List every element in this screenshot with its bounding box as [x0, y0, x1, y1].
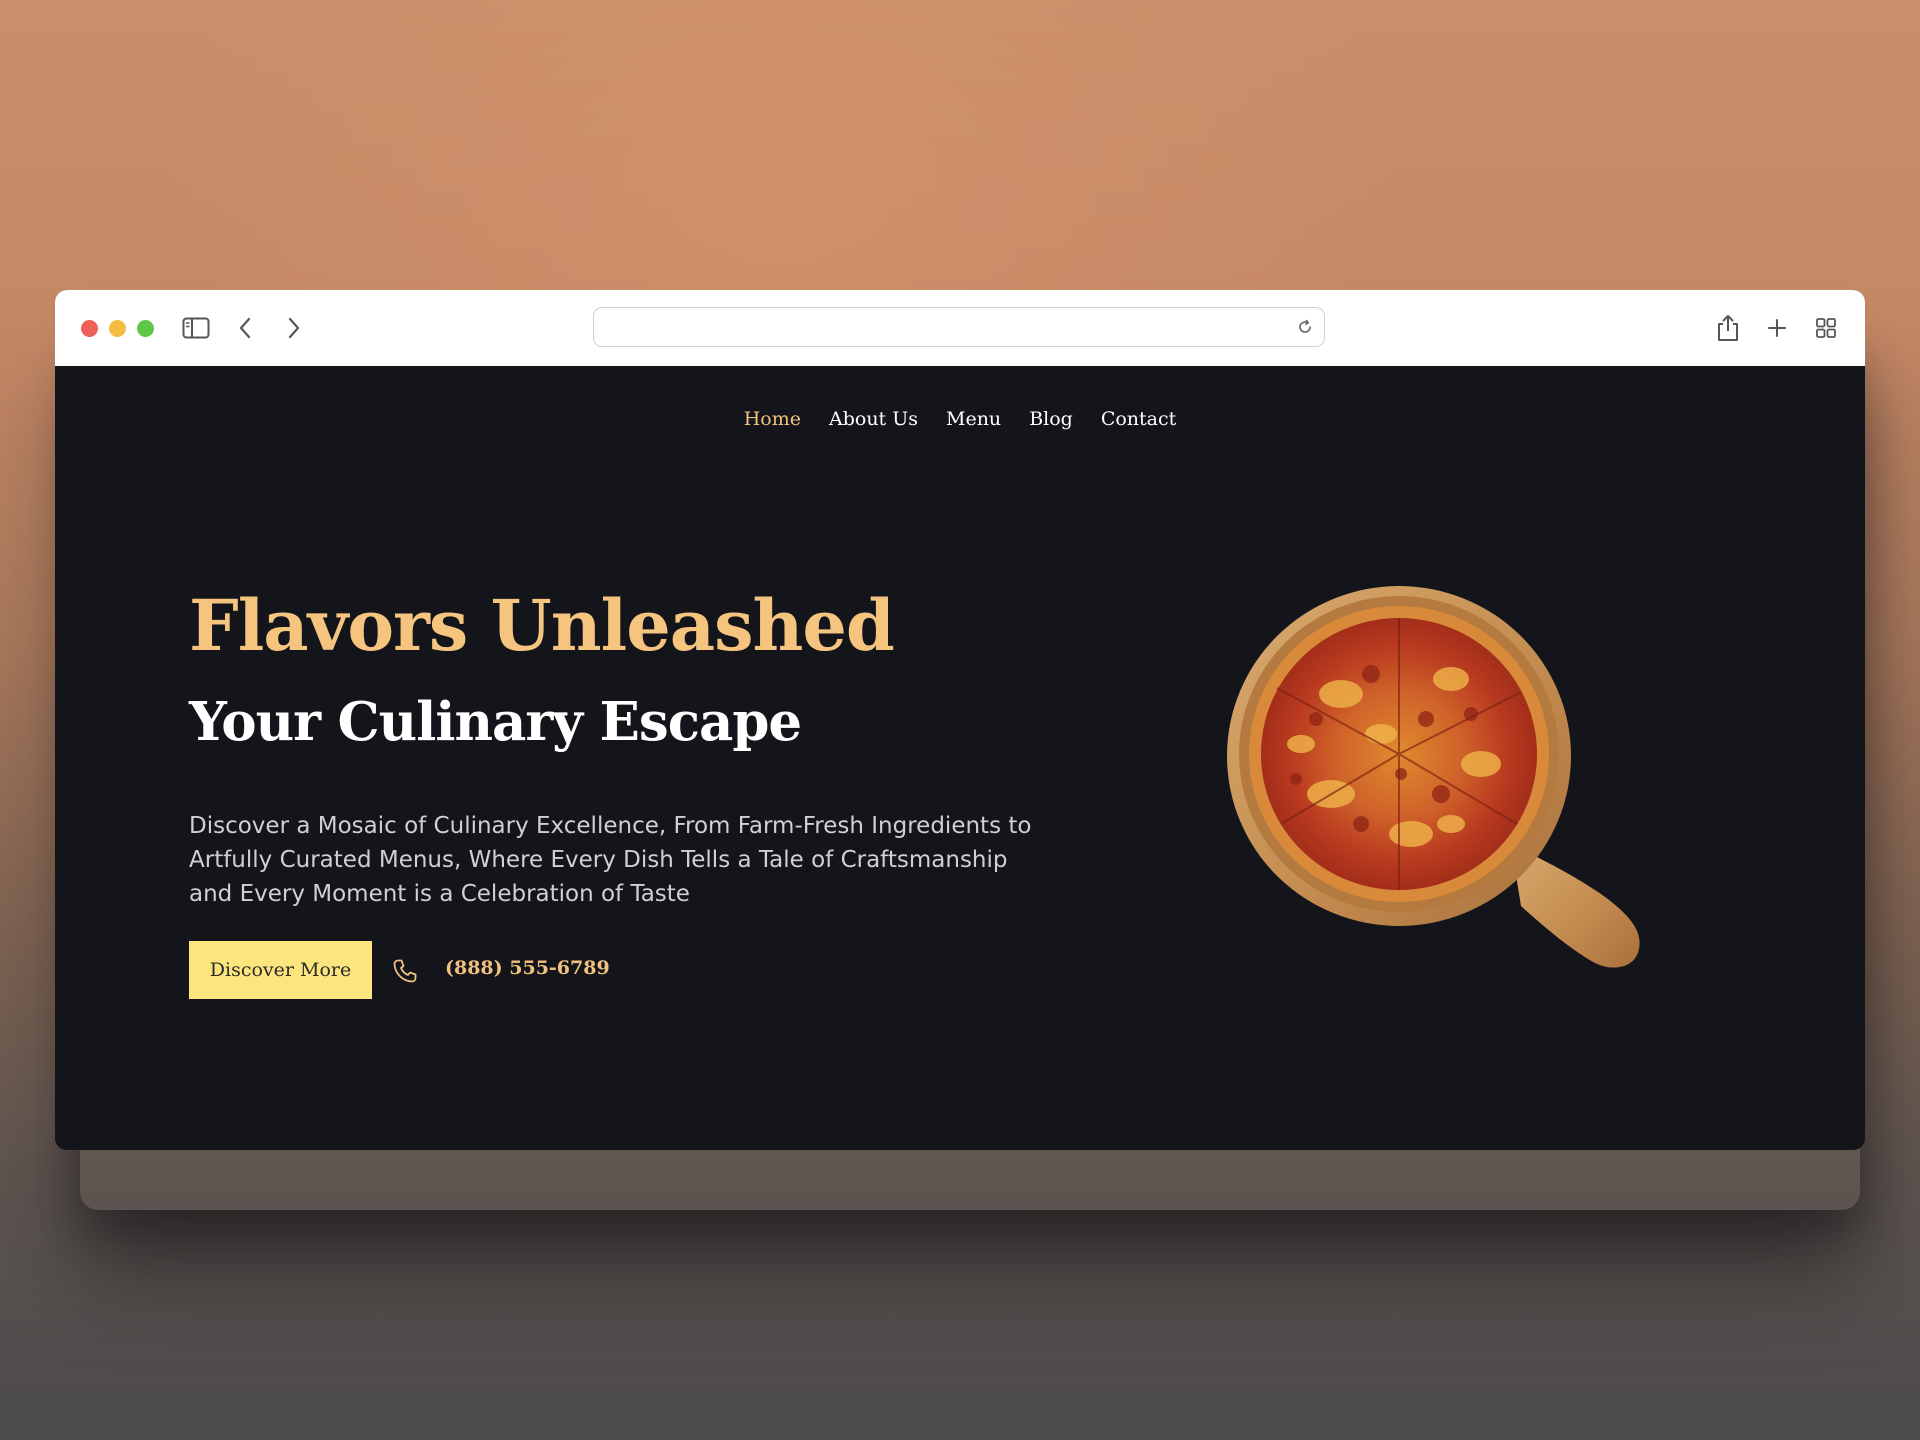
restaurant-page: Home About Us Menu Blog Contact Flavors …	[55, 366, 1865, 1150]
chevron-left-icon[interactable]	[227, 310, 263, 346]
grid-icon[interactable]	[1808, 310, 1844, 346]
nav-menu[interactable]: Menu	[946, 408, 1001, 430]
plus-icon[interactable]	[1759, 310, 1795, 346]
nav-contact[interactable]: Contact	[1101, 408, 1176, 430]
close-window-button[interactable]	[81, 320, 98, 337]
chevron-right-icon[interactable]	[276, 310, 312, 346]
browser-toolbar	[55, 290, 1865, 367]
phone-icon	[392, 958, 418, 984]
reload-icon[interactable]	[1294, 316, 1316, 338]
phone-number-link[interactable]: (888) 555-6789	[445, 957, 610, 979]
hero-description: Discover a Mosaic of Culinary Excellence…	[189, 813, 1032, 907]
main-nav: Home About Us Menu Blog Contact	[55, 408, 1865, 430]
sidebar-icon[interactable]	[178, 310, 214, 346]
minimize-window-button[interactable]	[109, 320, 126, 337]
pizza-image	[1221, 584, 1711, 984]
nav-home[interactable]: Home	[744, 408, 801, 430]
address-bar[interactable]	[593, 307, 1325, 347]
nav-blog[interactable]: Blog	[1029, 408, 1073, 430]
zoom-window-button[interactable]	[137, 320, 154, 337]
browser-window: Home About Us Menu Blog Contact Flavors …	[55, 290, 1865, 1150]
nav-about-us[interactable]: About Us	[829, 408, 918, 430]
discover-more-button[interactable]: Discover More	[189, 941, 372, 999]
hero-subtitle: Your Culinary Escape	[189, 691, 802, 753]
share-icon[interactable]	[1710, 310, 1746, 346]
hero-title: Flavors Unleashed	[189, 584, 895, 667]
